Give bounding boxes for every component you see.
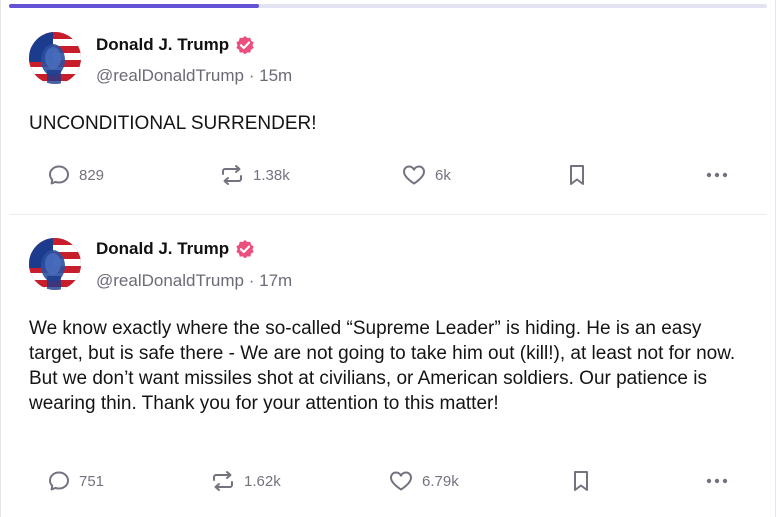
handle-row: @realDonaldTrump · 15m (96, 66, 292, 86)
like-button[interactable]: 6.79k (388, 469, 459, 493)
avatar[interactable] (29, 238, 81, 290)
like-count: 6.79k (422, 472, 459, 490)
post-time[interactable]: 15m (259, 66, 292, 85)
heart-icon (390, 471, 412, 491)
avatar[interactable] (29, 32, 81, 84)
bookmark-button[interactable] (567, 163, 587, 187)
repost-count: 1.62k (244, 472, 281, 490)
author-name[interactable]: Donald J. Trump (96, 239, 229, 259)
feed: Donald J. Trump @realDonaldTrump · 15m U… (0, 0, 776, 517)
post-card[interactable]: Donald J. Trump @realDonaldTrump · 15m U… (9, 12, 767, 214)
meta-separator: · (248, 66, 255, 85)
author-handle[interactable]: @realDonaldTrump (96, 66, 244, 85)
bookmark-icon (574, 471, 588, 491)
comment-bubble-icon (49, 471, 69, 491)
heart-icon (403, 165, 425, 185)
verified-badge-icon (235, 35, 255, 55)
repost-button[interactable]: 1.62k (210, 469, 281, 493)
author-name[interactable]: Donald J. Trump (96, 35, 229, 55)
repost-count: 1.38k (253, 166, 290, 184)
meta-separator: · (248, 271, 255, 290)
loading-progress-bar (9, 4, 767, 8)
like-button[interactable]: 6k (401, 163, 451, 187)
author-handle[interactable]: @realDonaldTrump (96, 271, 244, 290)
repost-arrows-icon (222, 165, 242, 185)
post-text: UNCONDITIONAL SURRENDER! (29, 113, 317, 134)
author-row: Donald J. Trump (96, 239, 255, 259)
bookmark-button[interactable] (571, 469, 591, 493)
more-options-button[interactable] (704, 469, 730, 493)
author-row: Donald J. Trump (96, 35, 255, 55)
repost-arrows-icon (213, 471, 233, 491)
verified-badge-icon (235, 239, 255, 259)
comment-bubble-icon (49, 165, 69, 185)
post-time[interactable]: 17m (259, 271, 292, 290)
more-dots-icon (706, 172, 728, 178)
more-dots-icon (706, 478, 728, 484)
post-text: We know exactly where the so-called “Sup… (29, 318, 736, 414)
bookmark-icon (570, 165, 584, 185)
handle-row: @realDonaldTrump · 17m (96, 271, 292, 291)
repost-button[interactable]: 1.38k (219, 163, 290, 187)
reply-count: 751 (79, 472, 105, 490)
loading-progress-fill (9, 4, 260, 8)
reply-button[interactable]: 829 (47, 163, 104, 187)
reply-button[interactable]: 751 (47, 469, 104, 493)
post-card[interactable]: Donald J. Trump @realDonaldTrump · 17m W… (9, 214, 767, 517)
like-count: 6k (435, 166, 451, 184)
more-options-button[interactable] (704, 163, 730, 187)
reply-count: 829 (79, 166, 105, 184)
